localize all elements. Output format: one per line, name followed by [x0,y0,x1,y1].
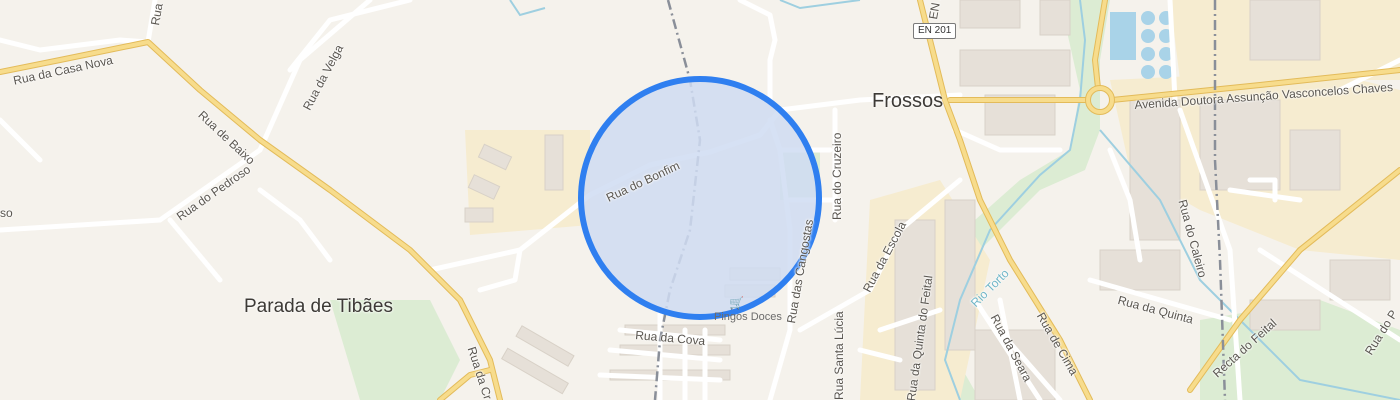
route-shield-en201: EN 201 [913,23,957,39]
street-rua-do-cruzeiro: Rua do Cruzeiro [830,132,844,220]
water-tanks [1110,11,1173,79]
street-rua-santa-lucia: Rua Santa Lúcia [832,311,846,400]
place-parada-de-tibaes: Parada de Tibães [244,296,393,317]
shopping-cart-icon[interactable]: 🛒 [729,296,744,310]
place-frossos: Frossos [872,90,944,112]
poi-supermarket-label[interactable]: Pingos Doces [714,311,782,323]
map-view[interactable]: Frossos Parada de Tibães EN 201 Rua da C… [0,0,1400,400]
street-pedroso-partial: so [0,206,13,220]
